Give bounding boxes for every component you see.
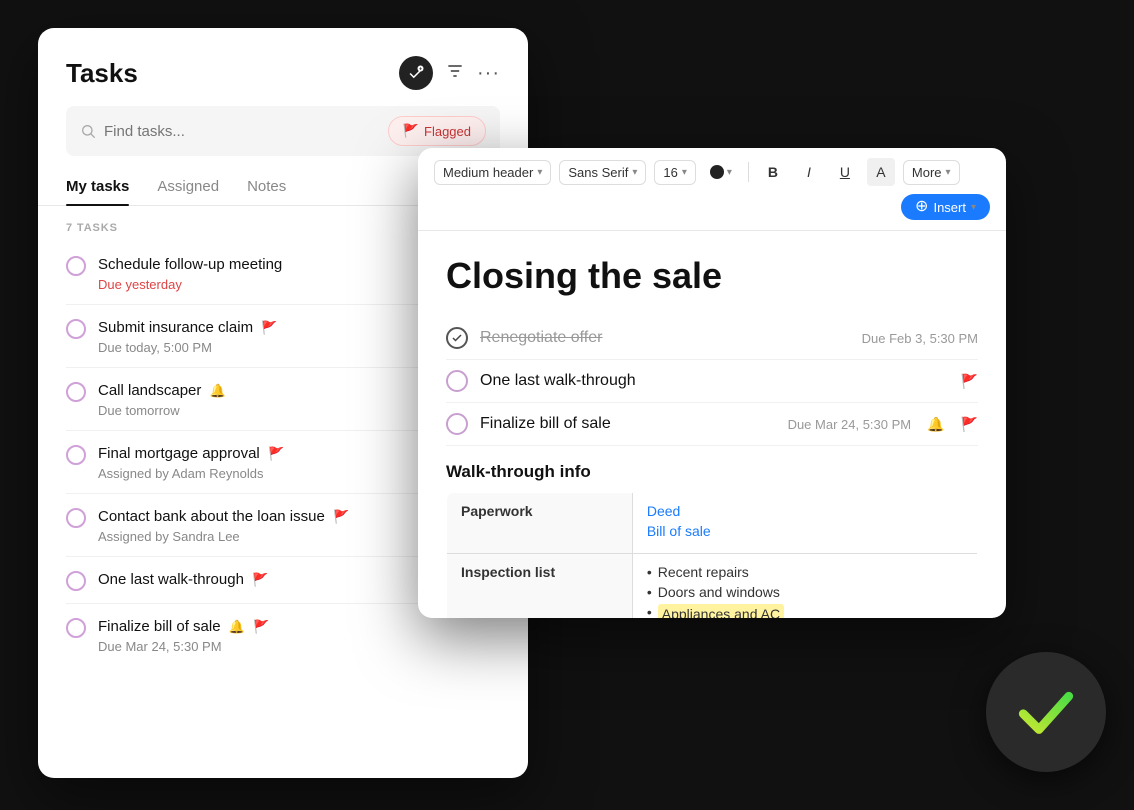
tasks-title: Tasks bbox=[66, 58, 138, 89]
task-completed-icon[interactable] bbox=[446, 327, 468, 349]
chevron-down-icon: ▾ bbox=[632, 167, 637, 178]
chevron-down-icon: ▾ bbox=[727, 167, 732, 178]
table-cell-content: • Recent repairs • Doors and windows • A… bbox=[632, 554, 977, 619]
flag-icon: 🚩 bbox=[403, 123, 419, 139]
task-circle-icon[interactable] bbox=[446, 413, 468, 435]
tasks-actions: + ··· bbox=[399, 56, 500, 90]
table-cell-label: Inspection list bbox=[447, 554, 633, 619]
scene: Tasks + ··· bbox=[0, 0, 1134, 810]
tab-assigned[interactable]: Assigned bbox=[157, 168, 219, 205]
chevron-down-icon: ▾ bbox=[682, 167, 687, 178]
chevron-down-icon: ▾ bbox=[971, 202, 976, 213]
bell-icon: 🔔 bbox=[210, 383, 226, 398]
more-options-select[interactable]: More ▾ bbox=[903, 160, 960, 185]
font-select[interactable]: Sans Serif ▾ bbox=[559, 160, 646, 185]
checkmark-icon bbox=[451, 332, 463, 344]
doc-task-name: One last walk-through bbox=[480, 372, 949, 390]
task-checkbox[interactable] bbox=[66, 445, 86, 465]
doc-task-name: Renegotiate offer bbox=[480, 329, 850, 347]
table-cell-content: Deed Bill of sale bbox=[632, 493, 977, 554]
task-checkbox[interactable] bbox=[66, 382, 86, 402]
doc-task-due: Due Feb 3, 5:30 PM bbox=[862, 331, 978, 346]
doc-task-row: Renegotiate offer Due Feb 3, 5:30 PM bbox=[446, 317, 978, 360]
checkmark-badge bbox=[986, 652, 1106, 772]
task-due: Due Mar 24, 5:30 PM bbox=[98, 639, 500, 654]
flag-icon: 🚩 bbox=[253, 619, 269, 634]
search-icon bbox=[80, 123, 96, 139]
flag-icon: 🚩 bbox=[268, 446, 284, 461]
doc-task-due: Due Mar 24, 5:30 PM bbox=[788, 417, 912, 432]
bullet-icon: • bbox=[647, 584, 652, 600]
doc-toolbar: Medium header ▾ Sans Serif ▾ 16 ▾ ▾ B I … bbox=[418, 148, 1006, 231]
task-checkbox[interactable] bbox=[66, 618, 86, 638]
tasks-header: Tasks + ··· bbox=[38, 28, 528, 106]
chevron-down-icon: ▾ bbox=[537, 167, 542, 178]
bold-button[interactable]: B bbox=[759, 158, 787, 186]
task-checkbox[interactable] bbox=[66, 571, 86, 591]
text-color-button[interactable]: ▾ bbox=[704, 161, 738, 183]
bullet-icon: • bbox=[647, 604, 652, 618]
svg-text:+: + bbox=[419, 66, 422, 72]
checkmark-icon bbox=[1011, 677, 1081, 747]
size-select[interactable]: 16 ▾ bbox=[654, 160, 696, 185]
bell-icon: 🔔 bbox=[927, 416, 944, 433]
task-checkbox[interactable] bbox=[66, 319, 86, 339]
table-row: Inspection list • Recent repairs • Doors… bbox=[447, 554, 978, 619]
doc-title: Closing the sale bbox=[446, 255, 978, 297]
flag-icon: 🚩 bbox=[252, 572, 268, 587]
task-circle-icon[interactable] bbox=[446, 370, 468, 392]
italic-button[interactable]: I bbox=[795, 158, 823, 186]
task-checkbox[interactable] bbox=[66, 508, 86, 528]
more-options-icon[interactable]: ··· bbox=[477, 62, 500, 85]
add-task-icon: + bbox=[407, 64, 425, 82]
color-swatch bbox=[710, 165, 724, 179]
task-name: Finalize bill of sale 🔔 🚩 bbox=[98, 616, 500, 637]
text-style-button[interactable]: A bbox=[867, 158, 895, 186]
doc-task-row: One last walk-through 🚩 bbox=[446, 360, 978, 403]
task-checkbox[interactable] bbox=[66, 256, 86, 276]
tab-my-tasks[interactable]: My tasks bbox=[66, 168, 129, 205]
flag-icon: 🚩 bbox=[961, 373, 978, 390]
flag-icon: 🚩 bbox=[961, 416, 978, 433]
search-input[interactable] bbox=[104, 123, 380, 140]
section-header: Walk-through info bbox=[446, 462, 978, 482]
doc-panel: Medium header ▾ Sans Serif ▾ 16 ▾ ▾ B I … bbox=[418, 148, 1006, 618]
task-content: Finalize bill of sale 🔔 🚩 Due Mar 24, 5:… bbox=[98, 616, 500, 654]
info-table: Paperwork Deed Bill of sale Inspection l… bbox=[446, 492, 978, 618]
doc-content: Closing the sale Renegotiate offer Due F… bbox=[418, 231, 1006, 618]
highlighted-text: Appliances and AC bbox=[658, 604, 784, 618]
flagged-filter-button[interactable]: 🚩 Flagged bbox=[388, 116, 486, 146]
underline-button[interactable]: U bbox=[831, 158, 859, 186]
bullet-icon: • bbox=[647, 564, 652, 580]
deed-link[interactable]: Deed bbox=[647, 503, 963, 519]
table-cell-label: Paperwork bbox=[447, 493, 633, 554]
flag-icon: 🚩 bbox=[333, 509, 349, 524]
bell-icon: 🔔 bbox=[229, 619, 245, 634]
flag-icon: 🚩 bbox=[261, 320, 277, 335]
table-row: Paperwork Deed Bill of sale bbox=[447, 493, 978, 554]
filter-icon[interactable] bbox=[445, 61, 465, 86]
add-task-button[interactable]: + bbox=[399, 56, 433, 90]
plus-icon: ⊕ bbox=[915, 199, 928, 215]
list-item: • Doors and windows bbox=[647, 584, 963, 600]
doc-task-row: Finalize bill of sale Due Mar 24, 5:30 P… bbox=[446, 403, 978, 446]
doc-task-name: Finalize bill of sale bbox=[480, 415, 776, 433]
toolbar-divider bbox=[748, 162, 749, 182]
list-item: • Appliances and AC bbox=[647, 604, 963, 618]
chevron-down-icon: ▾ bbox=[946, 167, 951, 178]
tab-notes[interactable]: Notes bbox=[247, 168, 286, 205]
format-select[interactable]: Medium header ▾ bbox=[434, 160, 551, 185]
list-item: • Recent repairs bbox=[647, 564, 963, 580]
bill-of-sale-link[interactable]: Bill of sale bbox=[647, 523, 963, 539]
insert-button[interactable]: ⊕ Insert ▾ bbox=[901, 194, 990, 220]
